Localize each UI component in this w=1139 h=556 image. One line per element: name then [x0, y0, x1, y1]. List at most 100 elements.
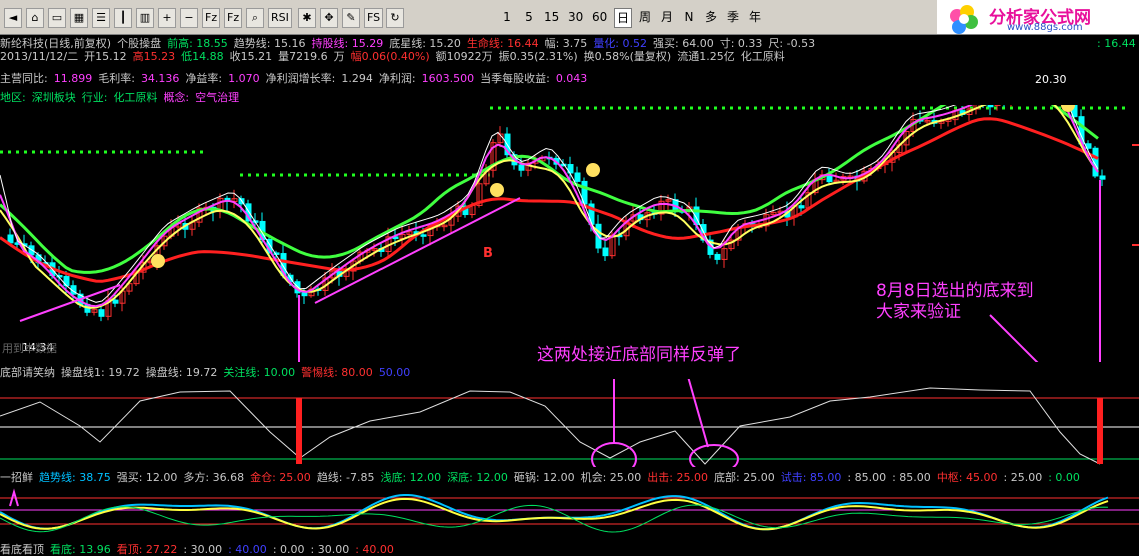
trend-line-ma — [0, 105, 1098, 272]
indicator-header-row: 新纶科技(日线,前复权)个股操盘前高: 18.55趋势线: 15.16持股线: … — [0, 37, 821, 50]
sub2-item: 砸锅: 12.00 — [514, 471, 575, 484]
minus-icon[interactable]: − — [180, 8, 198, 28]
candle — [8, 235, 13, 243]
period-2[interactable]: 15 — [542, 8, 561, 28]
refresh-icon[interactable]: ↻ — [386, 8, 404, 28]
candle — [715, 254, 720, 259]
sub2-item: : 0.00 — [1048, 471, 1080, 484]
sub1-item: 50.00 — [379, 366, 411, 379]
candlestick-chart[interactable] — [0, 105, 1139, 362]
period-7[interactable]: 月 — [658, 8, 676, 28]
sub2-item: 强买: 12.00 — [117, 471, 178, 484]
sector-item: 概念: — [163, 91, 189, 104]
sub2-item: 机会: 25.00 — [581, 471, 642, 484]
period-9[interactable]: 多 — [702, 8, 720, 28]
ohlc-item: 低14.88 — [181, 50, 224, 63]
life-line-ma — [0, 119, 1098, 282]
sub3-item: : 40.00 — [228, 543, 267, 556]
candle — [995, 105, 1000, 106]
sub2-item: 一招鲜 — [0, 471, 33, 484]
sector-item: 地区: — [0, 91, 26, 104]
period-6[interactable]: 周 — [636, 8, 654, 28]
fz2-icon[interactable]: Fz — [224, 8, 242, 28]
sub2-item: 出击: 25.00 — [647, 471, 708, 484]
sub2-item: 深底: 12.00 — [447, 471, 508, 484]
candle — [988, 105, 993, 107]
sub2-item: : 85.00 — [847, 471, 886, 484]
sub3-item: 看底: 13.96 — [50, 543, 111, 556]
edit-icon[interactable]: ✎ — [342, 8, 360, 28]
candle — [302, 293, 307, 296]
period-3[interactable]: 30 — [566, 8, 585, 28]
period-10[interactable]: 季 — [724, 8, 742, 28]
pointer-line — [685, 379, 708, 447]
smiley-icon — [490, 183, 504, 197]
bottom-oscillator-chart[interactable] — [0, 379, 1139, 467]
header-item: 底星线: 15.20 — [389, 37, 461, 50]
rsi-icon[interactable]: RSI — [268, 8, 292, 28]
bar-chart-icon[interactable]: ▥ — [136, 8, 154, 28]
period-0[interactable]: 1 — [498, 8, 516, 28]
ohlc-item: 换0.58%(量复权) — [584, 50, 672, 63]
bull-wave — [0, 499, 1108, 529]
plus-icon[interactable]: + — [158, 8, 176, 28]
fundamental-item: 1.070 — [228, 72, 260, 85]
period-8[interactable]: N — [680, 8, 698, 28]
sub2-item: 试击: 85.00 — [781, 471, 842, 484]
ohlc-item: 万 — [334, 50, 345, 63]
candle — [113, 300, 118, 303]
fundamental-item: 主营同比: — [0, 72, 48, 85]
sector-item: 深圳板块 — [32, 91, 76, 104]
period-5[interactable]: 日 — [614, 8, 632, 28]
ohlc-item: 收15.21 — [230, 50, 273, 63]
peak-price-label: 20.30 — [1035, 73, 1067, 86]
fs-icon[interactable]: FS — [364, 8, 383, 28]
annotation-middle: 这两处接近底部同样反弹了 — [537, 340, 741, 365]
fz-icon[interactable]: Fz — [202, 8, 220, 28]
ohlc-item: 额10922万 — [436, 50, 493, 63]
fundamental-item: 净益率: — [185, 72, 222, 85]
sub1-item: 操盘线: 19.72 — [146, 366, 218, 379]
list-icon[interactable]: ☰ — [92, 8, 110, 28]
fundamental-item: 净利润增长率: — [266, 72, 336, 85]
sub2-item: 浅底: 12.00 — [380, 471, 441, 484]
candle — [421, 235, 426, 237]
sector-row: 地区:深圳板块行业:化工原料概念:空气治理 — [0, 91, 245, 104]
header-item: 生命线: 16.44 — [467, 37, 539, 50]
home-icon[interactable]: ⌂ — [26, 8, 44, 28]
move-icon[interactable]: ✥ — [320, 8, 338, 28]
ohlc-item: 高15.23 — [133, 50, 176, 63]
fundamentals-row: 主营同比:11.899毛利率:34.136净益率:1.070净利润增长率:1.2… — [0, 72, 593, 85]
sub2-item: 中枢: 45.00 — [937, 471, 998, 484]
header-item: 寸: 0.33 — [720, 37, 763, 50]
magnify-icon[interactable]: ⌕ — [246, 8, 264, 28]
candlestick-icon[interactable]: ┃ — [114, 8, 132, 28]
sub2-item: 趋线: -7.85 — [317, 471, 375, 484]
sub3-item: : 0.00 — [273, 543, 305, 556]
sub1-title: 底部请笑纳 — [0, 366, 55, 379]
header-item: 强买: 64.00 — [653, 37, 714, 50]
sub2-item: 金仓: 25.00 — [250, 471, 311, 484]
grid-icon[interactable]: ▦ — [70, 8, 88, 28]
candle — [575, 173, 580, 181]
smiley-icon — [586, 163, 600, 177]
period-11[interactable]: 年 — [746, 8, 764, 28]
sub3-item: : 30.00 — [183, 543, 222, 556]
fundamental-item: 1.294 — [341, 72, 373, 85]
sub2-header: 一招鲜趋势线: 38.75强买: 12.00多方: 36.68金仓: 25.00… — [0, 471, 1086, 484]
sub3-item: 看顶: 27.22 — [117, 543, 178, 556]
period-4[interactable]: 60 — [590, 8, 609, 28]
ohlc-item: 振0.35(2.31%) — [499, 50, 578, 63]
gear-icon[interactable]: ✱ — [298, 8, 316, 28]
period-1[interactable]: 5 — [520, 8, 538, 28]
logo-url: www.88gs.com — [1007, 22, 1083, 33]
trend-oscillator-chart[interactable] — [0, 484, 1139, 541]
candle — [99, 310, 104, 317]
window-icon[interactable]: ▭ — [48, 8, 66, 28]
fast-ma — [0, 105, 1098, 302]
sub1-item: 操盘线1: 19.72 — [61, 366, 140, 379]
back-icon[interactable]: ◄ — [4, 8, 22, 28]
sub3-header: 看底看顶看底: 13.96看顶: 27.22: 30.00: 40.00: 0.… — [0, 543, 400, 556]
ohlc-row: 2013/11/12/二开15.12高15.23低14.88收15.21量721… — [0, 50, 791, 63]
header-item: 趋势线: 15.16 — [234, 37, 306, 50]
